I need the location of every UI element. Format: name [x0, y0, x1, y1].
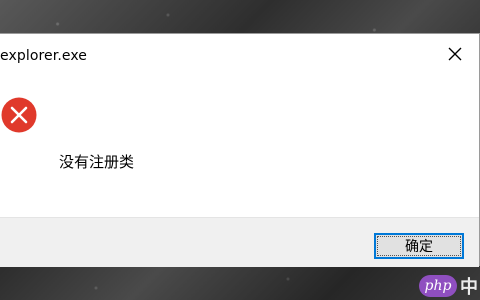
close-button[interactable] [433, 34, 477, 74]
button-bar: 确定 [0, 217, 479, 267]
error-icon [1, 97, 37, 133]
title-bar[interactable]: explorer.exe [0, 34, 479, 78]
site-watermark: php 中 [419, 274, 478, 298]
watermark-logo: php [419, 275, 457, 297]
error-message: 没有注册类 [59, 153, 135, 171]
error-dialog: explorer.exe 没有注册类 确定 [0, 33, 480, 267]
ok-button[interactable]: 确定 [374, 233, 464, 259]
window-title: explorer.exe [0, 48, 88, 64]
close-icon [448, 47, 462, 61]
watermark-text: 中 [460, 277, 478, 298]
